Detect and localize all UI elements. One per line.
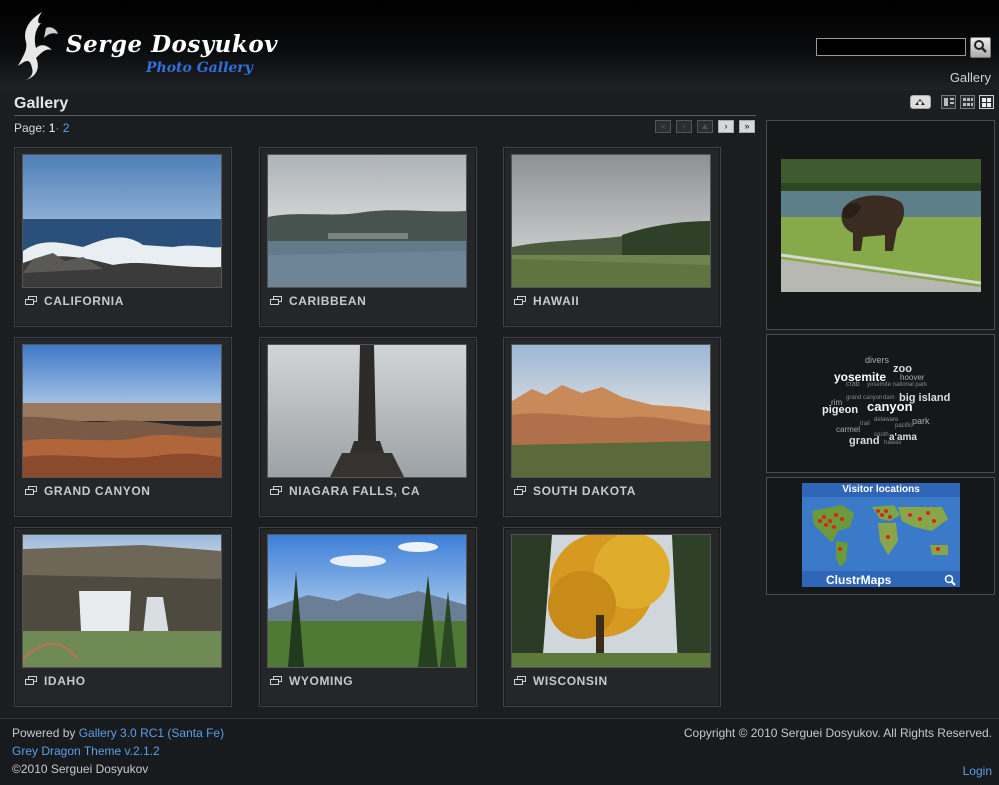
sidebar-tag-cloud-block: divers zoo yosemite hoover crab yosemite… — [766, 334, 995, 473]
dragon-logo-icon[interactable] — [12, 8, 60, 80]
album-label[interactable]: GRAND CANYON — [44, 484, 151, 498]
album-icon — [25, 296, 39, 306]
search-input[interactable] — [816, 38, 966, 56]
album-label[interactable]: IDAHO — [44, 674, 86, 688]
visitor-map-widget[interactable]: Visitor locations ClustrMaps — [802, 483, 960, 587]
footer-copyright: Copyright © 2010 Serguei Dosyukov. All R… — [683, 726, 992, 740]
tag-link[interactable]: pigeon — [822, 404, 858, 416]
breadcrumb-gallery[interactable]: Gallery — [950, 70, 991, 85]
search-icon — [974, 39, 987, 53]
album-icon — [25, 486, 39, 496]
next-page-icon[interactable]: › — [718, 120, 734, 133]
page-title: Gallery — [14, 95, 69, 112]
pager-separator: · — [55, 121, 60, 135]
sidebar-clustrmaps-block: Visitor locations ClustrMaps — [766, 477, 995, 595]
album-thumbnail[interactable] — [511, 154, 711, 288]
title-divider — [14, 115, 756, 116]
tag-link[interactable]: south — [874, 432, 889, 438]
login-link[interactable]: Login — [963, 764, 992, 778]
tag-link[interactable]: hawaii — [884, 440, 901, 446]
tag-link[interactable]: hoover — [900, 373, 924, 382]
album-icon — [25, 676, 39, 686]
search-button[interactable] — [970, 37, 991, 58]
tag-link[interactable]: pacific — [895, 423, 912, 429]
album-thumbnail[interactable] — [22, 154, 222, 288]
tag-link[interactable]: park — [912, 416, 930, 426]
album-title[interactable]: CARIBBEAN — [270, 294, 366, 308]
album-label[interactable]: WYOMING — [289, 674, 353, 688]
last-page-icon[interactable]: » — [739, 120, 755, 133]
tag-link[interactable]: canyon — [867, 399, 913, 414]
site-header: Serge Dosyukov Photo Gallery Gallery — [0, 0, 999, 90]
album-title[interactable]: WYOMING — [270, 674, 353, 688]
album-thumbnail[interactable] — [267, 154, 467, 288]
album-thumbnail[interactable] — [22, 344, 222, 478]
album-label[interactable]: SOUTH DAKOTA — [533, 484, 636, 498]
view-grid-icon[interactable] — [960, 95, 975, 109]
album-label[interactable]: CARIBBEAN — [289, 294, 366, 308]
album-card-caribbean[interactable]: CARIBBEAN — [259, 147, 477, 327]
footer-copyright-short: ©2010 Serguei Dosyukov — [12, 762, 149, 776]
visitor-map-title: Visitor locations — [842, 484, 920, 495]
album-title[interactable]: SOUTH DAKOTA — [514, 484, 636, 498]
view-large-grid-icon[interactable] — [979, 95, 994, 109]
album-icon — [514, 676, 528, 686]
site-subtitle[interactable]: Photo Gallery — [146, 60, 253, 76]
album-card-niagara-falls[interactable]: NIAGARA FALLS, CA — [259, 337, 477, 517]
site-title[interactable]: Serge Dosyukov — [66, 31, 278, 58]
album-card-hawaii[interactable]: HAWAII — [503, 147, 721, 327]
album-card-idaho[interactable]: IDAHO — [14, 527, 232, 707]
album-card-california[interactable]: CALIFORNIA — [14, 147, 232, 327]
tag-link[interactable]: yosemite national park — [867, 382, 927, 388]
album-label[interactable]: HAWAII — [533, 294, 579, 308]
album-thumbnail[interactable] — [22, 534, 222, 668]
album-icon — [514, 486, 528, 496]
powered-by-prefix: Powered by — [12, 726, 79, 740]
first-page-icon[interactable]: « — [655, 120, 671, 133]
album-title[interactable]: GRAND CANYON — [25, 484, 151, 498]
parent-album-icon[interactable]: ▲ — [697, 120, 713, 133]
world-map-icon — [802, 497, 960, 571]
album-title[interactable]: HAWAII — [514, 294, 579, 308]
pager: Page: 1· 2 — [14, 121, 69, 135]
album-title[interactable]: WISCONSIN — [514, 674, 608, 688]
view-list-icon[interactable] — [941, 95, 956, 109]
tag-link[interactable]: divers — [865, 355, 889, 365]
album-thumbnail[interactable] — [267, 534, 467, 668]
album-card-wyoming[interactable]: WYOMING — [259, 527, 477, 707]
album-card-wisconsin[interactable]: WISCONSIN — [503, 527, 721, 707]
sidebar-random-image-block — [766, 120, 995, 330]
album-label[interactable]: WISCONSIN — [533, 674, 608, 688]
tag-cloud: divers zoo yosemite hoover crab yosemite… — [767, 335, 996, 474]
zoom-icon — [944, 574, 956, 586]
tag-link[interactable]: carmel — [836, 425, 860, 434]
album-card-grand-canyon[interactable]: GRAND CANYON — [14, 337, 232, 517]
pager-label: Page: — [14, 121, 46, 135]
album-card-south-dakota[interactable]: SOUTH DAKOTA — [503, 337, 721, 517]
album-icon — [270, 676, 284, 686]
album-icon — [270, 296, 284, 306]
site-footer: Powered by Gallery 3.0 RC1 (Santa Fe) Gr… — [0, 719, 999, 785]
theme-link[interactable]: Grey Dragon Theme v.2.1.2 — [12, 744, 160, 758]
powered-by-line: Powered by Gallery 3.0 RC1 (Santa Fe) — [12, 726, 224, 740]
album-thumbnail[interactable] — [511, 534, 711, 668]
album-icon — [270, 486, 284, 496]
album-title[interactable]: CALIFORNIA — [25, 294, 124, 308]
album-label[interactable]: CALIFORNIA — [44, 294, 124, 308]
tag-link[interactable]: trail — [860, 421, 870, 427]
album-thumbnail[interactable] — [267, 344, 467, 478]
tag-link[interactable]: crab — [846, 381, 860, 388]
album-title[interactable]: NIAGARA FALLS, CA — [270, 484, 420, 498]
gallery-version-link[interactable]: Gallery 3.0 RC1 (Santa Fe) — [79, 726, 224, 740]
pager-page-2-link[interactable]: 2 — [63, 121, 70, 135]
album-thumbnail[interactable] — [511, 344, 711, 478]
album-label[interactable]: NIAGARA FALLS, CA — [289, 484, 420, 498]
previous-page-icon[interactable]: ‹ — [676, 120, 692, 133]
clustrmaps-brand: ClustrMaps — [826, 573, 892, 587]
slideshow-icon[interactable] — [910, 95, 931, 109]
random-image[interactable] — [781, 159, 981, 292]
album-icon — [514, 296, 528, 306]
album-title[interactable]: IDAHO — [25, 674, 86, 688]
